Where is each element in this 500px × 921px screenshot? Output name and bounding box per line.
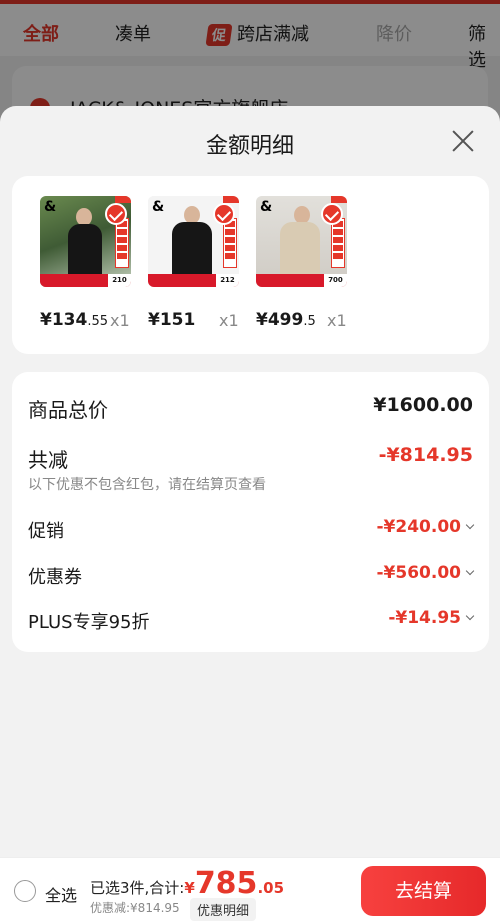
brand-logo-icon: & — [152, 199, 165, 215]
product-price: ¥499.5 — [256, 310, 316, 330]
product-price: ¥134.55 — [40, 310, 109, 330]
checkout-bar: 全选 已选3件,合计:¥785.05 优惠减:¥814.95 优惠明细 去结算 — [0, 857, 500, 921]
product-item[interactable]: & 700 — [256, 196, 347, 287]
chevron-down-icon — [465, 611, 475, 621]
price-breakdown-card: 商品总价 ¥1600.00 共减 -¥814.95 以下优惠不包含红包，请在结算… — [12, 372, 489, 652]
promotion-value: -¥240.00 — [377, 517, 475, 537]
product-item[interactable]: & 212 — [148, 196, 239, 287]
sheet-title: 金额明细 — [205, 134, 294, 159]
product-price: ¥151 — [148, 310, 196, 330]
select-all-radio[interactable] — [14, 880, 36, 902]
total-summary: 已选3件,合计:¥785.05 — [90, 866, 284, 901]
checkout-button[interactable]: 去结算 — [361, 866, 486, 916]
select-all-label[interactable]: 全选 — [45, 882, 77, 906]
discount-total-label: 共减 — [28, 448, 68, 472]
amount-detail-sheet: 金额明细 & 210 & 212 & 700 ¥134.55 x1 ¥151 x… — [0, 106, 500, 921]
discount-total-value: -¥814.95 — [378, 444, 473, 466]
selected-check-icon[interactable] — [105, 203, 127, 225]
summary-total-dec: .05 — [257, 879, 285, 897]
total-price-value: ¥1600.00 — [373, 394, 473, 416]
chevron-down-icon — [465, 520, 475, 530]
plus-discount-label: PLUS专享95折 — [28, 612, 150, 633]
brand-logo-icon: & — [44, 199, 57, 215]
coupon-label: 优惠券 — [28, 567, 82, 588]
total-price-label: 商品总价 — [28, 398, 108, 422]
close-icon[interactable] — [448, 126, 478, 156]
summary-total-int: 785 — [194, 866, 258, 901]
chevron-down-icon — [465, 566, 475, 576]
discount-detail-button[interactable]: 优惠明细 — [190, 898, 257, 921]
product-qty: x1 — [327, 311, 347, 330]
coupon-value: -¥560.00 — [377, 563, 475, 583]
brand-logo-icon: & — [260, 199, 273, 215]
selected-check-icon[interactable] — [321, 203, 343, 225]
product-qty: x1 — [219, 311, 239, 330]
product-item[interactable]: & 210 — [40, 196, 131, 287]
plus-discount-value: -¥14.95 — [388, 608, 475, 628]
promotion-label: 促销 — [28, 521, 64, 542]
summary-currency: ¥ — [184, 879, 195, 897]
product-qty: x1 — [110, 311, 130, 330]
selected-check-icon[interactable] — [213, 203, 235, 225]
summary-label: 已选3件,合计: — [90, 879, 185, 897]
discount-summary: 优惠减:¥814.95 — [90, 901, 180, 915]
discount-note: 以下优惠不包含红包，请在结算页查看 — [28, 477, 266, 493]
product-card: & 210 & 212 & 700 ¥134.55 x1 ¥151 x1 ¥49… — [12, 176, 489, 354]
